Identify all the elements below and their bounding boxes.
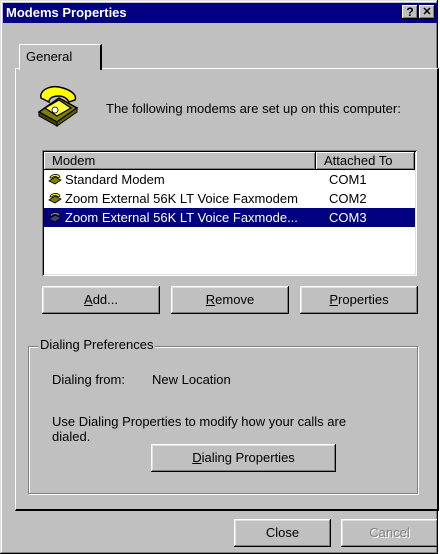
modem-list[interactable]: Modem Attached To Standard Modem COM1 Zo…: [42, 150, 417, 276]
column-header-modem[interactable]: Modem: [44, 152, 316, 170]
tab-general[interactable]: General: [19, 44, 102, 70]
remove-accelerator: R: [205, 292, 216, 307]
modem-icon: [48, 174, 62, 185]
modem-port: COM1: [329, 172, 367, 187]
intro-text: The following modems are set up on this …: [106, 101, 401, 116]
dialing-properties-accelerator: D: [192, 450, 202, 465]
dialing-properties-label: ialing Properties: [201, 450, 295, 465]
add-accelerator: A: [84, 292, 93, 307]
add-label: dd...: [92, 292, 118, 307]
window-title: Modems Properties: [6, 5, 127, 20]
list-item-selected[interactable]: Zoom External 56K LT Voice Faxmode... CO…: [44, 208, 415, 227]
dialing-preferences-label: Dialing Preferences: [38, 337, 156, 352]
properties-label: roperties: [338, 292, 389, 307]
dialing-from-label: Dialing from:: [52, 372, 125, 387]
properties-button[interactable]: Properties: [300, 286, 418, 314]
column-header-attached-to[interactable]: Attached To: [316, 152, 415, 170]
modem-icon: [48, 212, 62, 223]
dialing-info-line-1: Use Dialing Properties to modify how you…: [52, 414, 347, 429]
list-item[interactable]: Standard Modem COM1: [44, 170, 415, 189]
dialing-properties-button[interactable]: Dialing Properties: [151, 444, 336, 472]
dialing-from-value: New Location: [152, 372, 231, 387]
remove-label: emove: [215, 292, 255, 307]
dialing-info-line-2: dialed.: [52, 429, 91, 444]
help-button[interactable]: ?: [402, 5, 418, 19]
list-item[interactable]: Zoom External 56K LT Voice Faxmodem COM2: [44, 189, 415, 208]
add-button[interactable]: Add...: [42, 286, 160, 314]
properties-accelerator: P: [329, 292, 339, 307]
close-button[interactable]: Close: [234, 519, 331, 547]
remove-button[interactable]: Remove: [171, 286, 289, 314]
modem-name: Standard Modem: [65, 172, 165, 187]
cancel-button: Cancel: [341, 519, 438, 547]
title-bar[interactable]: Modems Properties ? ✕: [3, 3, 438, 23]
modem-port: COM2: [329, 191, 367, 206]
close-window-button[interactable]: ✕: [419, 5, 435, 19]
modem-icon: [48, 193, 62, 204]
telephone-icon: [37, 86, 79, 127]
tab-general-label: General: [26, 49, 73, 64]
modem-name: Zoom External 56K LT Voice Faxmodem: [65, 191, 298, 206]
modem-port: COM3: [329, 210, 367, 225]
modem-name: Zoom External 56K LT Voice Faxmode...: [65, 210, 298, 225]
